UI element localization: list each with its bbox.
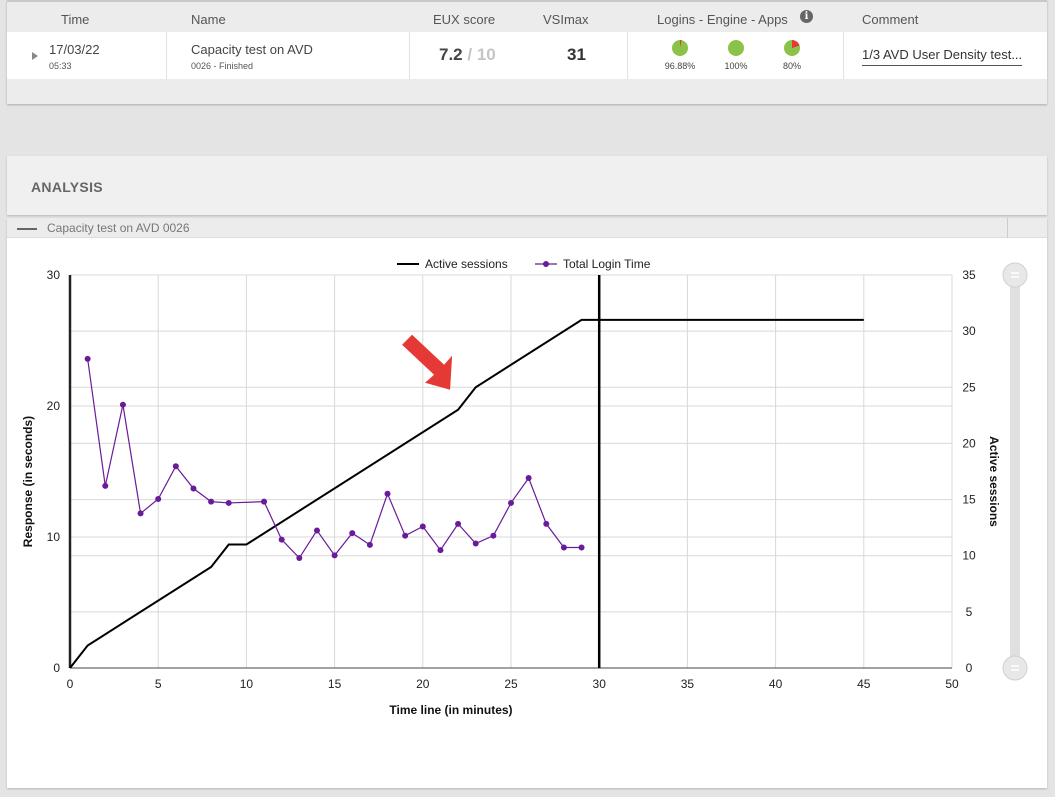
comment-field[interactable]: 1/3 AVD User Density test... [862, 47, 1022, 66]
legend-login-label: Total Login Time [563, 257, 651, 271]
login-time-point [543, 520, 550, 527]
red-arrow-annotation-icon [402, 334, 453, 390]
x-tick-label: 50 [945, 677, 959, 691]
row-date: 17/03/22 [49, 42, 100, 57]
login-time-point [190, 485, 197, 492]
logins-pie-icon [672, 40, 688, 56]
login-time-point [296, 554, 303, 561]
login-time-point [208, 498, 215, 505]
apps-pie-icon [784, 40, 800, 56]
login-time-point [402, 532, 409, 539]
x-tick-label: 20 [416, 677, 430, 691]
zoom-slider-handle-top[interactable] [1002, 262, 1028, 288]
x-tick-label: 25 [504, 677, 518, 691]
login-time-point [455, 520, 462, 527]
x-tick-label: 40 [769, 677, 783, 691]
row-status: 0026 - Finished [191, 61, 254, 71]
table-row[interactable]: 17/03/22 05:33 Capacity test on AVD 0026… [7, 32, 1047, 79]
login-time-point [560, 544, 567, 551]
analysis-section-header: ANALYSIS [7, 156, 1047, 215]
eux-score-value: 7.2 [439, 45, 463, 64]
zoom-slider-track [1010, 270, 1020, 670]
x-tick-label: 35 [681, 677, 695, 691]
login-time-point [508, 499, 514, 506]
x-tick-label: 15 [328, 677, 342, 691]
right-tick-label: 5 [966, 605, 973, 619]
login-time-point [366, 541, 373, 548]
left-axis-title: Response (in seconds) [21, 416, 35, 547]
response-chart: 0 5 10 15 20 25 30 35 40 45 50 0 5 10 15 20 25 30 35 0 10 20 3… [21, 257, 1028, 717]
login-time-point [84, 355, 91, 362]
right-tick-label: 10 [962, 549, 976, 563]
login-time-point [137, 510, 144, 517]
x-tick-label: 30 [593, 677, 607, 691]
col-header-comment[interactable]: Comment [862, 12, 918, 27]
engine-pie-icon [728, 40, 744, 56]
right-tick-label: 15 [962, 493, 976, 507]
right-tick-label: 25 [962, 380, 976, 394]
right-tick-label: 30 [962, 324, 976, 338]
x-tick-label: 10 [240, 677, 254, 691]
login-time-point [525, 475, 532, 482]
results-table: Time Name EUX score VSImax Logins - Engi… [7, 0, 1047, 104]
login-time-point [102, 482, 109, 489]
left-tick-label: 30 [47, 268, 61, 282]
vsimax-value: 31 [567, 45, 586, 64]
col-header-vsimax[interactable]: VSImax [543, 12, 589, 27]
analysis-title: ANALYSIS [31, 179, 103, 195]
login-time-point [331, 552, 338, 559]
x-tick-label: 0 [67, 677, 74, 691]
login-time-point [419, 523, 426, 530]
legend-login-marker [543, 261, 549, 267]
login-time-point [119, 401, 126, 408]
right-tick-label: 0 [966, 661, 973, 675]
left-tick-label: 10 [47, 530, 61, 544]
right-axis-title: Active sessions [987, 436, 1001, 527]
engine-pct: 100% [724, 61, 748, 71]
active-sessions-line [69, 318, 864, 669]
divider [409, 32, 410, 79]
right-tick-label: 20 [962, 436, 976, 450]
logins-pct: 96.88% [664, 61, 696, 71]
login-time-point [278, 536, 285, 543]
legend-sessions-label: Active sessions [425, 257, 508, 271]
apps-pct: 80% [782, 61, 801, 71]
login-time-point [225, 499, 232, 506]
divider [843, 32, 844, 79]
login-time-point [578, 544, 585, 551]
login-time-point [155, 496, 162, 503]
row-name[interactable]: Capacity test on AVD [191, 42, 313, 57]
login-time-point [437, 547, 444, 554]
col-header-name[interactable]: Name [191, 12, 226, 27]
eux-score-max: / 10 [467, 45, 496, 64]
login-time-point [472, 540, 479, 547]
expand-arrow-icon[interactable] [32, 52, 38, 60]
eux-score: 7.2 / 10 [439, 45, 496, 65]
table-header: Time Name EUX score VSImax Logins - Engi… [7, 0, 1047, 33]
right-tick-label: 35 [962, 268, 976, 282]
chart-panel: Capacity test on AVD 0026 0 5 10 15 20 25 30 35… [7, 218, 1047, 788]
col-header-time[interactable]: Time [61, 12, 89, 27]
divider [627, 32, 628, 79]
login-time-point [349, 530, 356, 537]
x-tick-label: 45 [857, 677, 871, 691]
login-time-point [261, 498, 268, 505]
col-header-logins[interactable]: Logins - Engine - Apps [657, 12, 788, 27]
login-time-point [313, 527, 320, 534]
left-tick-label: 20 [47, 399, 61, 413]
divider [166, 32, 167, 79]
left-tick-label: 0 [53, 661, 60, 675]
zoom-slider-handle-bottom[interactable] [1002, 655, 1028, 681]
info-icon[interactable]: i [800, 10, 813, 23]
login-time-point [490, 532, 497, 539]
login-time-point [172, 463, 179, 470]
col-header-eux[interactable]: EUX score [433, 12, 495, 27]
row-time: 05:33 [49, 61, 72, 71]
login-time-point [384, 490, 391, 497]
x-axis-title: Time line (in minutes) [389, 703, 512, 717]
x-tick-label: 5 [155, 677, 162, 691]
